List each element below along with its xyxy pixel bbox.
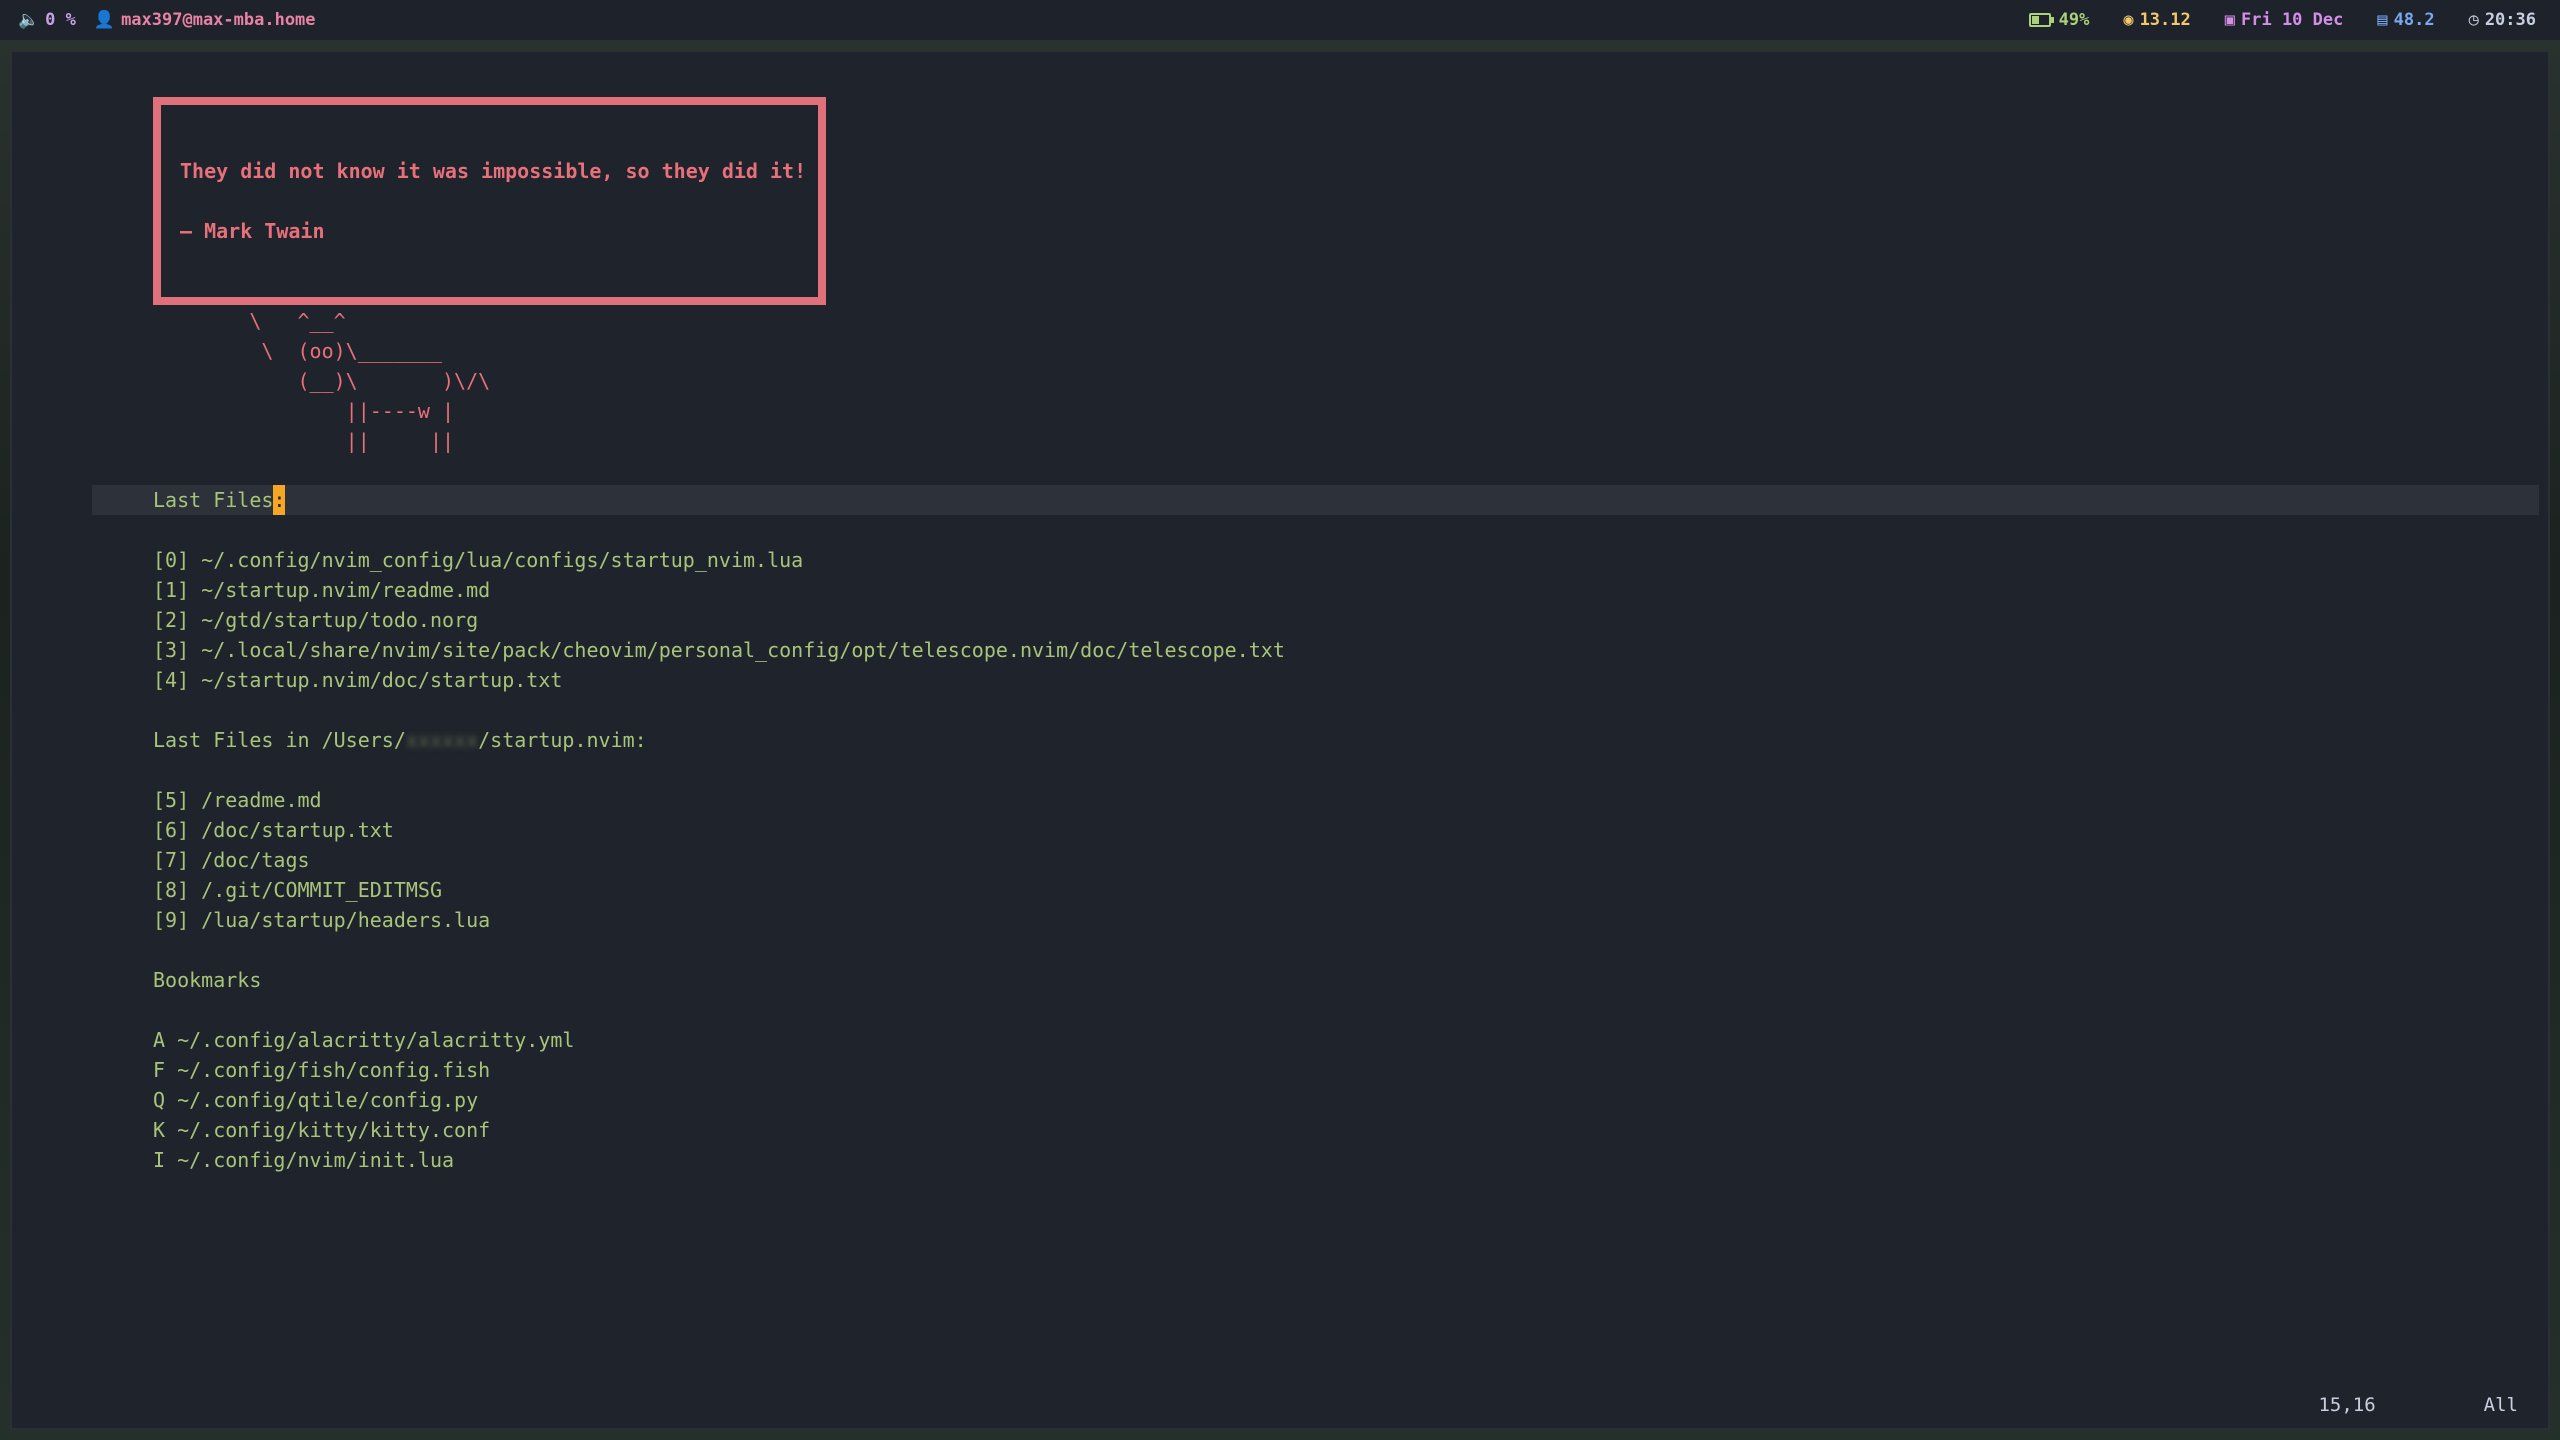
user-host: max397@max-mba.home: [121, 10, 316, 30]
cpu-value: 13.12: [2139, 10, 2191, 30]
battery-icon: [2028, 13, 2054, 27]
list-item[interactable]: [3] ~/.local/share/nvim/site/pack/cheovi…: [153, 635, 1285, 665]
list-item[interactable]: [7] /doc/tags: [153, 845, 310, 875]
last-files-header: Last Files:: [153, 485, 286, 515]
last-files-dir-header: Last Files in /Users/xxxxxx/startup.nvim…: [153, 725, 647, 755]
bookmark-item[interactable]: I ~/.config/nvim/init.lua: [153, 1145, 454, 1175]
bookmark-item[interactable]: Q ~/.config/qtile/config.py: [153, 1085, 478, 1115]
clock-icon: ◷: [2468, 10, 2479, 30]
bookmarks-header: Bookmarks: [153, 968, 262, 992]
speaker-icon: 🔈: [18, 10, 40, 30]
list-item[interactable]: [5] /readme.md: [153, 785, 322, 815]
clock-widget: ◷ 20:36: [2469, 10, 2536, 30]
volume-widget[interactable]: 🔈 0 %: [18, 10, 76, 30]
cowsay-line: (__)\ )\/\: [153, 369, 491, 393]
list-item[interactable]: [9] /lua/startup/headers.lua: [153, 905, 490, 935]
bookmark-item[interactable]: K ~/.config/kitty/kitty.conf: [153, 1115, 490, 1145]
clock-value: 20:36: [2484, 10, 2536, 30]
blurred-username: xxxxxx: [405, 728, 479, 752]
editor-statusline: 15,16 All: [2318, 1394, 2518, 1416]
list-item[interactable]: [4] ~/startup.nvim/doc/startup.txt: [153, 665, 562, 695]
cursor-line: [92, 485, 2539, 515]
cursor-position: 15,16: [2318, 1394, 2376, 1416]
list-item[interactable]: [0] ~/.config/nvim_config/lua/configs/st…: [153, 545, 803, 575]
scroll-position: All: [2483, 1394, 2518, 1416]
memory-widget: ▤ 48.2: [2377, 10, 2434, 30]
text-cursor: :: [273, 485, 286, 515]
quote-author: — Mark Twain: [180, 219, 325, 243]
list-item[interactable]: [8] /.git/COMMIT_EDITMSG: [153, 875, 442, 905]
editor-content[interactable]: Last Files: [0] ~/.config/nvim_config/lu…: [153, 52, 1285, 1172]
memory-icon: ▤: [2377, 10, 2388, 30]
date-value: Fri 10 Dec: [2241, 10, 2344, 30]
list-item[interactable]: [1] ~/startup.nvim/readme.md: [153, 575, 490, 605]
calendar-icon: ▣: [2224, 10, 2235, 30]
list-item[interactable]: [6] /doc/startup.txt: [153, 815, 394, 845]
user-host-widget: 👤 max397@max-mba.home: [94, 10, 316, 30]
status-bar: 🔈 0 % 👤 max397@max-mba.home 49% ◉ 13.12 …: [0, 0, 2560, 40]
battery-value: 49%: [2058, 10, 2090, 30]
quote-text: They did not know it was impossible, so …: [180, 159, 807, 183]
list-item[interactable]: [2] ~/gtd/startup/todo.norg: [153, 605, 478, 635]
terminal-window[interactable]: They did not know it was impossible, so …: [10, 50, 2550, 1430]
date-widget: ▣ Fri 10 Dec: [2225, 10, 2344, 30]
quote-box: [153, 97, 826, 305]
cpu-widget: ◉ 13.12: [2123, 10, 2190, 30]
bookmark-item[interactable]: A ~/.config/alacritty/alacritty.yml: [153, 1025, 574, 1055]
battery-widget: 49%: [2028, 10, 2090, 30]
cpu-icon: ◉: [2123, 10, 2134, 30]
bookmark-item[interactable]: F ~/.config/fish/config.fish: [153, 1055, 490, 1085]
volume-value: 0 %: [45, 10, 76, 30]
memory-value: 48.2: [2393, 10, 2435, 30]
user-icon: 👤: [93, 10, 116, 30]
